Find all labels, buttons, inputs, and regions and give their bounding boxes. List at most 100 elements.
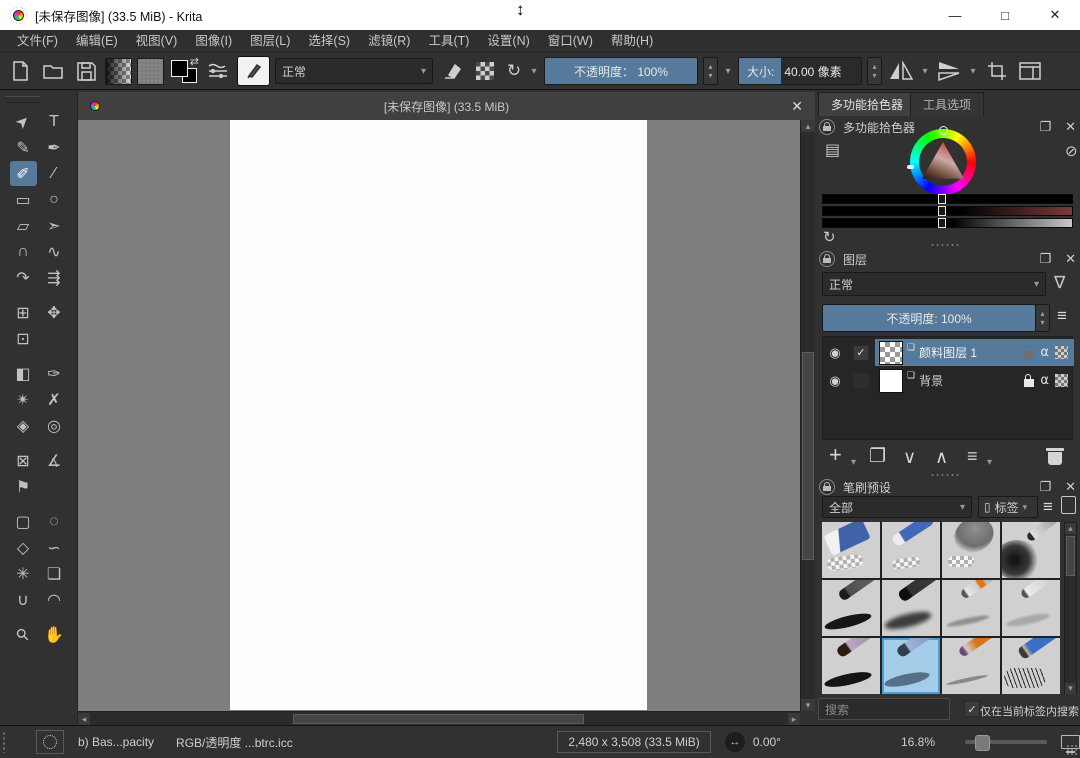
tool-edit-shapes[interactable]: ✎ — [10, 135, 37, 160]
brush-preset-marker-black[interactable] — [882, 580, 940, 636]
color-history-bar-1[interactable] — [822, 194, 1073, 204]
tool-crop[interactable]: ⊡ — [10, 326, 37, 351]
rotation-value[interactable]: 0.00° — [753, 735, 781, 749]
canvas-page[interactable] — [230, 120, 647, 710]
lock-docker-icon[interactable] — [819, 119, 835, 135]
layer-name[interactable]: 颜料图层 1 — [919, 344, 977, 361]
inherit-alpha-icon[interactable] — [1055, 346, 1068, 359]
size-spinner[interactable]: ▴▾ — [867, 57, 882, 85]
open-document-icon[interactable] — [39, 57, 67, 85]
menu-tools[interactable]: 工具(T) — [419, 30, 478, 53]
tool-rectangle[interactable]: ▭ — [10, 187, 37, 212]
brush-preset-eraser-small[interactable] — [882, 522, 940, 578]
brush-preset-detail-orange[interactable] — [942, 638, 1000, 694]
layer-visibility-icon[interactable]: ◉ — [823, 345, 847, 361]
tool-move[interactable]: ✥ — [41, 300, 68, 325]
tab-tool-options[interactable]: 工具选项 — [910, 92, 984, 116]
layer-row-paint-layer[interactable]: ◉ ✓ ❏ 颜料图层 1 α — [823, 339, 1074, 366]
new-document-icon[interactable] — [6, 57, 34, 85]
brush-preset-pencil-dark[interactable] — [822, 580, 880, 636]
add-layer-dropdown-arrow[interactable]: ▾ — [851, 454, 856, 472]
canvas-vertical-scrollbar[interactable]: ▴ ▾ — [800, 120, 815, 711]
lock-docker-icon[interactable] — [819, 479, 835, 495]
preset-scroll-thumb[interactable] — [1066, 536, 1075, 576]
brush-preset-ink-brush[interactable] — [822, 638, 880, 694]
layer-visibility-icon[interactable]: ◉ — [823, 373, 847, 389]
canvas-horizontal-scrollbar[interactable]: ◂ ▸ — [78, 711, 800, 725]
tool-dynamic-brush[interactable]: ↷ — [10, 265, 37, 290]
panel-grip[interactable] — [930, 473, 960, 477]
menu-help[interactable]: 帮助(H) — [602, 30, 662, 53]
layer-properties-dropdown-arrow[interactable]: ▾ — [987, 454, 992, 472]
no-color-icon[interactable]: ⊘ — [1065, 142, 1078, 160]
document-subwindow-titlebar[interactable]: [未保存图像] (33.5 MiB) ✕ — [78, 92, 815, 121]
color-history-bar-3[interactable] — [822, 218, 1073, 228]
tool-polyline[interactable]: ➣ — [41, 213, 68, 238]
color-profile-label[interactable]: RGB/透明度 ...btrc.icc — [176, 734, 293, 751]
layer-row-background[interactable]: ◉ ❏ 背景 α — [823, 367, 1074, 394]
tool-ellipse-select[interactable]: ◌ — [41, 509, 68, 534]
bar-marker[interactable] — [938, 206, 946, 216]
pattern-chooser[interactable] — [137, 58, 164, 85]
minimize-button[interactable]: — — [930, 0, 980, 30]
reload-original-preset-icon[interactable]: ↻ — [504, 57, 524, 85]
gradient-chooser[interactable] — [105, 58, 132, 85]
vertical-scroll-thumb[interactable] — [802, 352, 814, 560]
scroll-up-icon[interactable]: ▴ — [801, 120, 815, 132]
layer-checkbox[interactable]: ✓ — [853, 345, 869, 361]
layer-thumbnail[interactable] — [879, 369, 903, 393]
panel-grip[interactable] — [930, 243, 960, 247]
canvas-rotation-icon[interactable]: ↔ — [725, 732, 745, 752]
scroll-up-icon[interactable]: ▴ — [1065, 523, 1076, 534]
menu-window[interactable]: 窗口(W) — [539, 30, 602, 53]
tool-measure[interactable]: ∡ — [41, 448, 68, 473]
mirror-horizontal-dropdown-arrow[interactable]: ▾ — [920, 66, 930, 77]
brush-size-slider[interactable]: 大小: 40.00 像素 — [738, 57, 862, 85]
move-layer-down-button[interactable]: ∨ — [903, 448, 916, 466]
brush-preset-wet-paint-selected[interactable] — [882, 638, 940, 694]
refresh-colors-icon[interactable]: ↻ — [823, 228, 836, 246]
brush-option-slider-icon[interactable] — [204, 57, 232, 85]
tool-similar-color-select[interactable]: ❏ — [41, 561, 68, 586]
menu-image[interactable]: 图像(I) — [186, 30, 241, 53]
tool-colorize-mask[interactable]: ✗ — [41, 387, 68, 412]
float-docker-icon[interactable]: ❐ — [1039, 251, 1051, 267]
swap-colors-icon[interactable]: ⇄ — [190, 55, 199, 68]
delete-layer-button[interactable] — [1048, 452, 1062, 465]
menu-select[interactable]: 选择(S) — [299, 30, 359, 53]
zoom-slider-handle[interactable] — [975, 735, 990, 751]
menu-filter[interactable]: 滤镜(R) — [359, 30, 419, 53]
tool-freehand-path[interactable]: ∿ — [41, 239, 68, 264]
tool-fill[interactable]: ◈ — [10, 413, 37, 438]
tool-smart-patch[interactable]: ✴ — [10, 387, 37, 412]
tool-reference-images[interactable]: ⚑ — [10, 474, 37, 499]
tool-polygon-select[interactable]: ◇ — [10, 535, 37, 560]
float-docker-icon[interactable]: ❐ — [1039, 479, 1051, 495]
tool-calligraphy[interactable]: ✒ — [41, 135, 68, 160]
brush-preset-sketch-pencil-blue[interactable] — [1002, 638, 1060, 694]
tool-multibrush[interactable]: ⇶ — [41, 265, 68, 290]
save-icon[interactable] — [72, 57, 100, 85]
brush-preset-pen-silver[interactable] — [1002, 580, 1060, 636]
close-docker-icon[interactable]: ✕ — [1065, 479, 1076, 495]
tool-gradient[interactable]: ◧ — [10, 361, 37, 386]
brush-editor-button[interactable] — [237, 56, 270, 86]
scroll-left-icon[interactable]: ◂ — [78, 713, 90, 725]
close-docker-icon[interactable]: ✕ — [1065, 119, 1076, 135]
layer-properties-button[interactable]: ≡ — [967, 447, 978, 465]
mirror-vertical-icon[interactable] — [935, 57, 963, 85]
tool-assistants[interactable]: ⊠ — [10, 448, 37, 473]
tag-button[interactable]: ▯ 标签 ▾ — [978, 496, 1038, 518]
workspace-chooser-icon[interactable] — [1016, 57, 1044, 85]
tool-color-sampler[interactable]: ✑ — [41, 361, 68, 386]
layer-options-menu-icon[interactable]: ≡ — [1057, 306, 1067, 326]
scroll-down-icon[interactable]: ▾ — [801, 699, 815, 711]
foreground-background-colors[interactable]: ⇄ — [169, 57, 199, 85]
layer-lock-icon[interactable] — [1024, 379, 1034, 387]
add-layer-button[interactable]: + — [829, 446, 842, 464]
preset-view-menu-icon[interactable]: ≡ — [1043, 497, 1053, 517]
preserve-alpha-icon[interactable] — [471, 57, 499, 85]
tool-zoom[interactable]: ⚲ — [10, 622, 37, 647]
document-close-icon[interactable]: ✕ — [791, 98, 803, 115]
alpha-lock-icon[interactable]: α — [1040, 373, 1049, 388]
